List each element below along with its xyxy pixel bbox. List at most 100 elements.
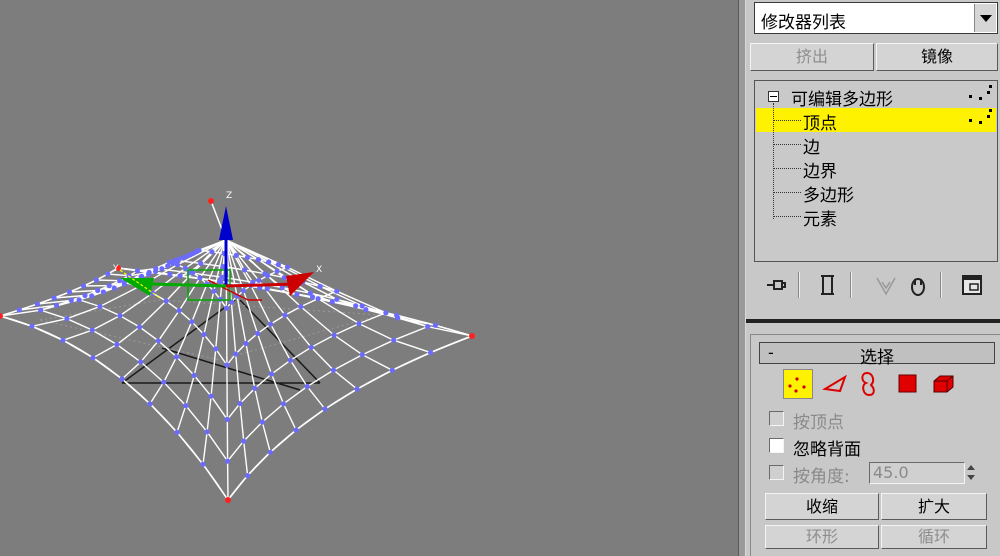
vertex-dot: [95, 287, 101, 294]
vertex-dot: [64, 316, 70, 322]
configure-modifier-sets-icon[interactable]: [960, 272, 984, 298]
make-unique-icon[interactable]: [874, 272, 898, 298]
vertex-dot: [211, 288, 217, 294]
by-vertex-checkbox[interactable]: [769, 411, 784, 426]
pin-stack-icon[interactable]: [764, 272, 788, 298]
vertex-dot: [315, 296, 321, 302]
vertex-dot: [284, 264, 291, 270]
vertex-dot: [354, 386, 360, 392]
vertex-dot: [383, 310, 389, 316]
grow-button[interactable]: 扩大: [881, 493, 987, 520]
corner-vertex: [469, 333, 475, 339]
perspective-viewport[interactable]: Z X Y: [0, 0, 738, 556]
vertex-dot: [29, 323, 35, 329]
vertex-dot: [363, 307, 369, 313]
vertex-dot: [177, 273, 183, 279]
vertex-dot: [255, 257, 261, 263]
vertex-dot: [16, 307, 22, 313]
vertex-dot: [117, 313, 123, 319]
mesh-viewport-canvas[interactable]: Z X Y: [0, 0, 738, 556]
stack-item-editable-poly[interactable]: 可编辑多边形: [791, 85, 893, 110]
chevron-down-icon[interactable]: [974, 4, 996, 32]
gizmo-x-axis: [225, 282, 297, 288]
vertex-dot: [353, 303, 359, 309]
mirror-button[interactable]: 镜像: [876, 43, 998, 71]
toolbar-separator: [798, 272, 800, 298]
vertex-dot: [254, 330, 261, 337]
axis-label-y: Y: [112, 264, 119, 274]
stack-item-polygon[interactable]: 多边形: [803, 181, 854, 206]
vertex-dot: [304, 383, 310, 390]
vertex-dot: [334, 288, 340, 294]
stack-item-vertex[interactable]: 顶点: [803, 109, 837, 134]
vertex-dot: [267, 449, 273, 455]
vertex-dot: [90, 355, 96, 361]
vertex-dot: [359, 352, 365, 358]
stack-item-element[interactable]: 元素: [803, 205, 837, 230]
vertex-dot: [256, 277, 262, 283]
vertex-dot: [317, 283, 323, 289]
vertex-dot: [259, 419, 265, 425]
selection-rollout-header[interactable]: - 选择: [759, 342, 995, 368]
loop-button[interactable]: 循环: [881, 525, 987, 549]
vertex-dot: [201, 331, 207, 338]
border-icon[interactable]: [855, 369, 885, 399]
vertex-dot: [119, 376, 125, 382]
vertex-dot: [146, 269, 152, 276]
vertex-dot: [165, 263, 171, 269]
mesh-edge: [149, 239, 227, 405]
angle-spinner[interactable]: [965, 462, 977, 484]
corner-vertex: [225, 497, 231, 503]
by-angle-checkbox[interactable]: [769, 465, 784, 480]
vertex-dot: [331, 332, 337, 338]
vertex-dot: [197, 275, 203, 281]
vertex-dot: [100, 289, 106, 295]
show-end-result-icon[interactable]: [816, 272, 840, 298]
vertex-dot: [161, 379, 167, 385]
vertex-dot: [89, 293, 95, 299]
vertex-dot: [217, 278, 223, 284]
toolbar-separator: [850, 272, 852, 298]
vertex-dot: [134, 268, 140, 274]
stack-item-border[interactable]: 边界: [803, 157, 837, 182]
vertex-dot: [264, 286, 270, 292]
ignore-backfacing-checkbox[interactable]: [769, 438, 784, 453]
shrink-button[interactable]: 收缩: [765, 493, 879, 520]
vertex-dot: [233, 351, 239, 357]
selection-rollout: - 选择 按顶点 忽略背面 按角度: 45.0 收缩 扩大 环形 循环: [750, 334, 1000, 556]
vertex-dot: [155, 338, 161, 344]
vertex-dot: [241, 438, 247, 444]
vertex-dot: [114, 341, 120, 348]
ring-button[interactable]: 环形: [765, 525, 879, 549]
vertex-dot: [66, 289, 73, 295]
vertex-dot: [329, 299, 335, 305]
angle-input[interactable]: 45.0: [869, 462, 965, 484]
extrude-button[interactable]: 挤出: [750, 43, 874, 71]
modifier-list-dropdown[interactable]: 修改器列表: [754, 2, 998, 34]
collapse-minus-icon[interactable]: [768, 91, 779, 102]
vertex-dot: [170, 260, 176, 266]
vertex-dot: [280, 401, 287, 407]
modify-panel: 修改器列表 挤出 镜像 可编辑多边形 顶点 边 边界 多边形 元素 - 选择 按…: [746, 0, 1000, 556]
polygon-icon[interactable]: [893, 369, 923, 399]
vertex-dot: [274, 268, 280, 274]
remove-modifier-icon[interactable]: [906, 272, 930, 298]
vertex-dots-icon: [967, 85, 993, 107]
ignore-backfacing-label: 忽略背面: [793, 440, 861, 460]
edge-icon[interactable]: [821, 369, 851, 399]
vertex-dot: [309, 294, 316, 300]
vertex-icon[interactable]: [783, 369, 813, 399]
vertex-dot: [330, 367, 337, 373]
panel-divider[interactable]: [738, 0, 746, 556]
tree-branch: [773, 192, 801, 193]
vertex-dot: [38, 307, 44, 313]
modifier-stack[interactable]: 可编辑多边形 顶点 边 边界 多边形 元素: [754, 80, 998, 262]
selection-rollout-title: 选择: [860, 348, 894, 368]
element-icon[interactable]: [929, 369, 959, 399]
stack-item-edge[interactable]: 边: [803, 133, 820, 158]
vertex-dot: [189, 319, 195, 325]
vertex-dot: [121, 281, 127, 287]
gizmo-y-axis: [149, 282, 227, 288]
vertex-dot: [268, 321, 274, 327]
vertex-dot: [147, 401, 153, 407]
